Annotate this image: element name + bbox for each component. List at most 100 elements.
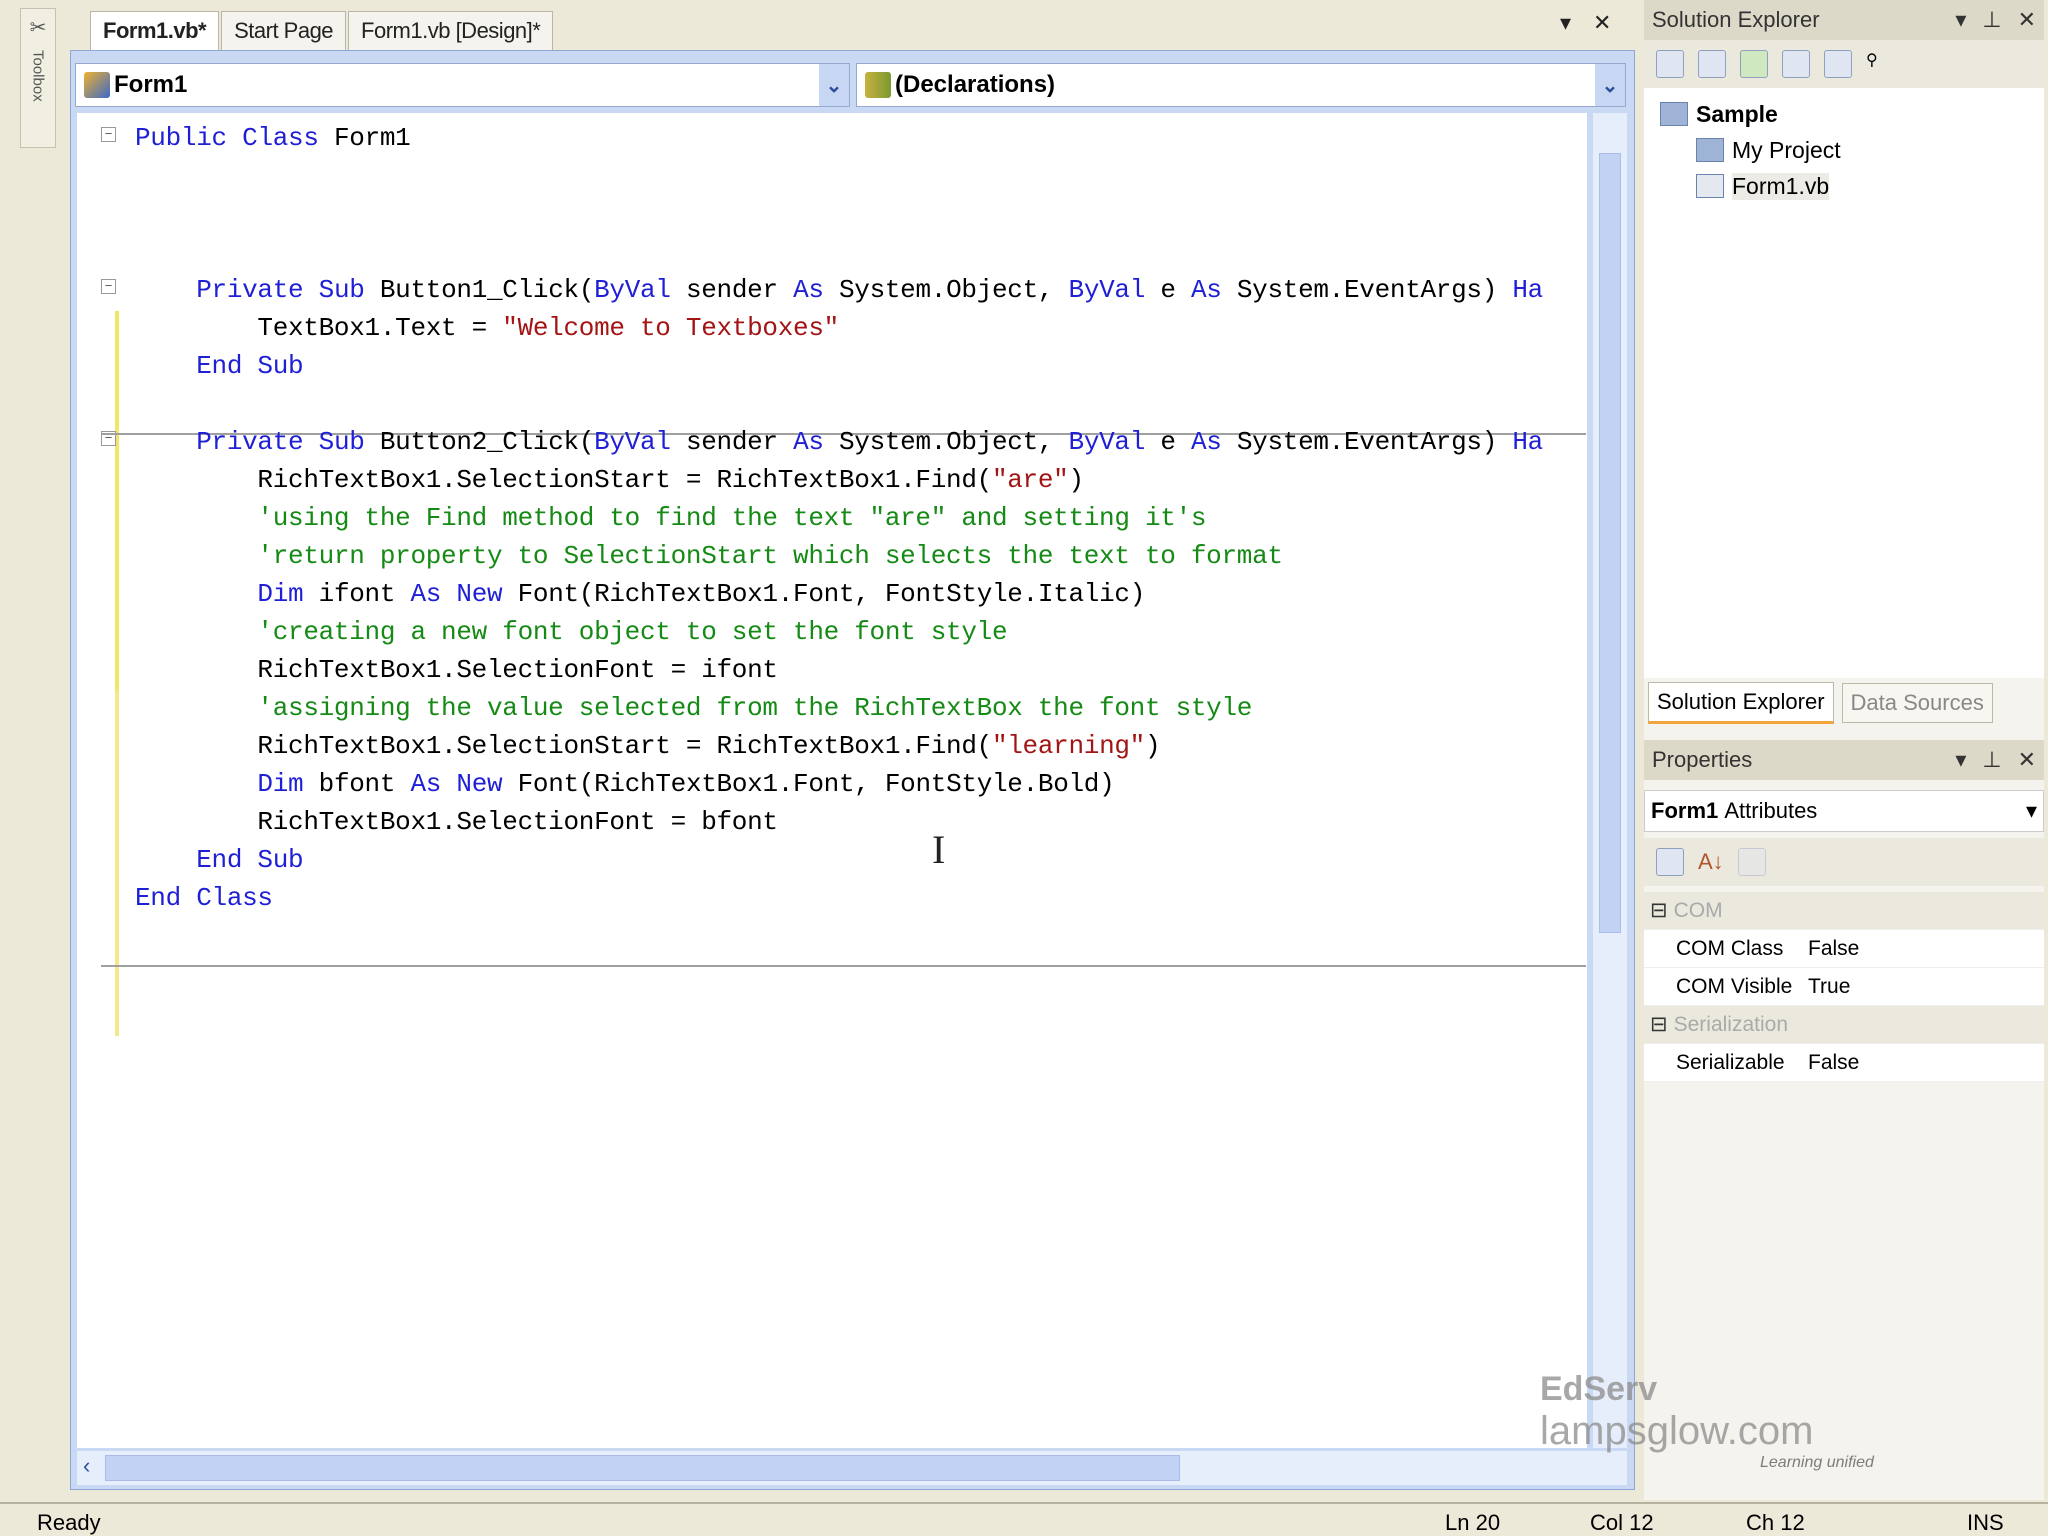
code-line[interactable]: RichTextBox1.SelectionStart = RichTextBo… [135, 727, 1160, 765]
tree-node-form1-vb[interactable]: Form1.vb [1660, 168, 2028, 204]
code-line[interactable]: Dim bfont As New Font(RichTextBox1.Font,… [135, 765, 1114, 803]
chevron-down-icon[interactable]: ▾ [2026, 798, 2037, 824]
code-keyword: As [1190, 427, 1222, 457]
properties-icon[interactable] [1656, 50, 1684, 78]
property-value[interactable]: False [1804, 1051, 1859, 1075]
code-text: Font(RichTextBox1.Font, FontStyle.Italic… [502, 579, 1146, 609]
code-string: "are" [991, 465, 1069, 495]
code-line[interactable]: RichTextBox1.SelectionFont = bfont [135, 803, 778, 841]
category-serialization[interactable]: ⊟ Serialization [1644, 1006, 2044, 1044]
refresh-icon[interactable] [1740, 50, 1768, 78]
code-line[interactable]: Private Sub Button1_Click(ByVal sender A… [135, 271, 1543, 309]
property-row[interactable]: COM Visible True [1644, 968, 2044, 1006]
collapse-icon[interactable]: ⊟ [1644, 1012, 1674, 1037]
vertical-scrollbar[interactable] [1593, 113, 1627, 1448]
code-text: e [1145, 275, 1191, 305]
code-line[interactable]: RichTextBox1.SelectionFont = ifont [135, 651, 778, 689]
property-pages-icon[interactable] [1737, 848, 1766, 876]
property-name: COM Visible [1676, 974, 1793, 998]
class-name-dropdown[interactable]: Form1 ⌄ [75, 63, 850, 107]
alphabetical-icon[interactable]: A↓ [1698, 849, 1724, 875]
tab-data-sources[interactable]: Data Sources [1841, 683, 1993, 723]
code-keyword: As [410, 579, 442, 609]
code-text: Form1 [318, 123, 411, 153]
collapse-icon[interactable]: − [101, 279, 116, 294]
property-row[interactable]: COM Class False [1644, 930, 2044, 968]
tab-start-page[interactable]: Start Page [221, 11, 347, 50]
class-diagram-icon[interactable]: ⚲ [1866, 50, 1894, 78]
window-position-icon[interactable]: ▾ [1955, 747, 1966, 773]
method-dropdown-value: (Declarations) [895, 71, 1056, 98]
collapse-icon[interactable]: − [101, 127, 116, 142]
code-keyword: Public [135, 123, 227, 153]
class-icon [84, 72, 110, 98]
code-string: "Welcome to Textboxes" [502, 313, 839, 343]
code-text: e [1145, 427, 1191, 457]
code-text-area[interactable]: − − − Public Class Form1 Private Sub But… [77, 113, 1587, 1448]
tab-solution-explorer[interactable]: Solution Explorer [1648, 682, 1834, 724]
class-dropdown-value: Form1 [114, 71, 188, 98]
toolbox-strip[interactable]: ✂ Toolbox [20, 8, 56, 148]
tree-node-sample[interactable]: Sample [1660, 96, 2028, 132]
code-line[interactable]: 'assigning the value selected from the R… [135, 689, 1252, 727]
scroll-left-icon[interactable]: ‹ [83, 1453, 90, 1479]
code-line[interactable]: Dim ifont As New Font(RichTextBox1.Font,… [135, 575, 1145, 613]
code-comment: 'return property to SelectionStart which… [257, 541, 1283, 571]
property-value[interactable]: True [1804, 975, 1850, 999]
code-line[interactable]: End Class [135, 879, 273, 917]
close-icon[interactable]: ✕ [2018, 7, 2036, 33]
code-text: TextBox1.Text = [135, 313, 503, 343]
code-line[interactable]: 'using the Find method to find the text … [135, 499, 1206, 537]
categorized-icon[interactable] [1656, 848, 1684, 876]
property-row[interactable]: Serializable False [1644, 1044, 2044, 1082]
show-all-files-icon[interactable] [1698, 50, 1726, 78]
close-document-icon[interactable]: ✕ [1593, 10, 1611, 36]
code-line[interactable]: RichTextBox1.SelectionStart = RichTextBo… [135, 461, 1084, 499]
close-icon[interactable]: ✕ [2018, 747, 2036, 773]
property-value[interactable]: False [1804, 937, 1859, 961]
code-line[interactable]: Public Class Form1 [135, 119, 411, 157]
tree-node-my-project[interactable]: My Project [1660, 132, 2028, 168]
pin-icon[interactable]: ⊥ [1982, 747, 2001, 773]
view-code-icon[interactable] [1782, 50, 1810, 78]
chevron-down-icon[interactable]: ⌄ [1595, 64, 1625, 106]
form-file-icon [1696, 174, 1724, 198]
vertical-scroll-thumb[interactable] [1599, 153, 1621, 933]
status-text: Ready [37, 1510, 101, 1535]
code-text: ifont [303, 579, 411, 609]
view-designer-icon[interactable] [1824, 50, 1852, 78]
window-position-icon[interactable]: ▾ [1955, 7, 1966, 33]
category-com[interactable]: ⊟ COM [1644, 892, 2044, 930]
code-line[interactable]: End Sub [135, 841, 303, 879]
pin-icon[interactable]: ⊥ [1982, 7, 2001, 33]
object-selector[interactable]: Form1 Attributes ▾ [1644, 790, 2044, 832]
code-line[interactable]: 'return property to SelectionStart which… [135, 537, 1283, 575]
code-keyword: As [793, 275, 824, 305]
code-line[interactable]: Private Sub Button2_Click(ByVal sender A… [135, 423, 1543, 461]
code-keyword: New [456, 769, 503, 799]
code-keyword: As [1190, 275, 1222, 305]
horizontal-scroll-thumb[interactable] [105, 1455, 1180, 1481]
tab-form1-vb[interactable]: Form1.vb* [90, 11, 220, 50]
horizontal-scrollbar[interactable]: ‹ [77, 1451, 1627, 1485]
category-label: COM [1673, 898, 1723, 922]
method-name-dropdown[interactable]: (Declarations) ⌄ [856, 63, 1626, 107]
declarations-icon [865, 72, 891, 98]
code-line[interactable]: TextBox1.Text = "Welcome to Textboxes" [135, 309, 839, 347]
tab-list-dropdown-icon[interactable]: ▾ [1560, 10, 1571, 36]
code-line[interactable]: End Sub [135, 347, 303, 385]
tab-form1-design[interactable]: Form1.vb [Design]* [348, 11, 554, 50]
chevron-down-icon[interactable]: ⌄ [819, 64, 849, 106]
collapse-icon[interactable]: ⊟ [1644, 898, 1674, 923]
tab-controls: ▾ ✕ [1560, 10, 1611, 36]
code-line[interactable]: 'creating a new font object to set the f… [135, 613, 1007, 651]
category-label: Serialization [1673, 1012, 1789, 1036]
document-tabs: Form1.vb* Start Page Form1.vb [Design]* [90, 6, 555, 50]
